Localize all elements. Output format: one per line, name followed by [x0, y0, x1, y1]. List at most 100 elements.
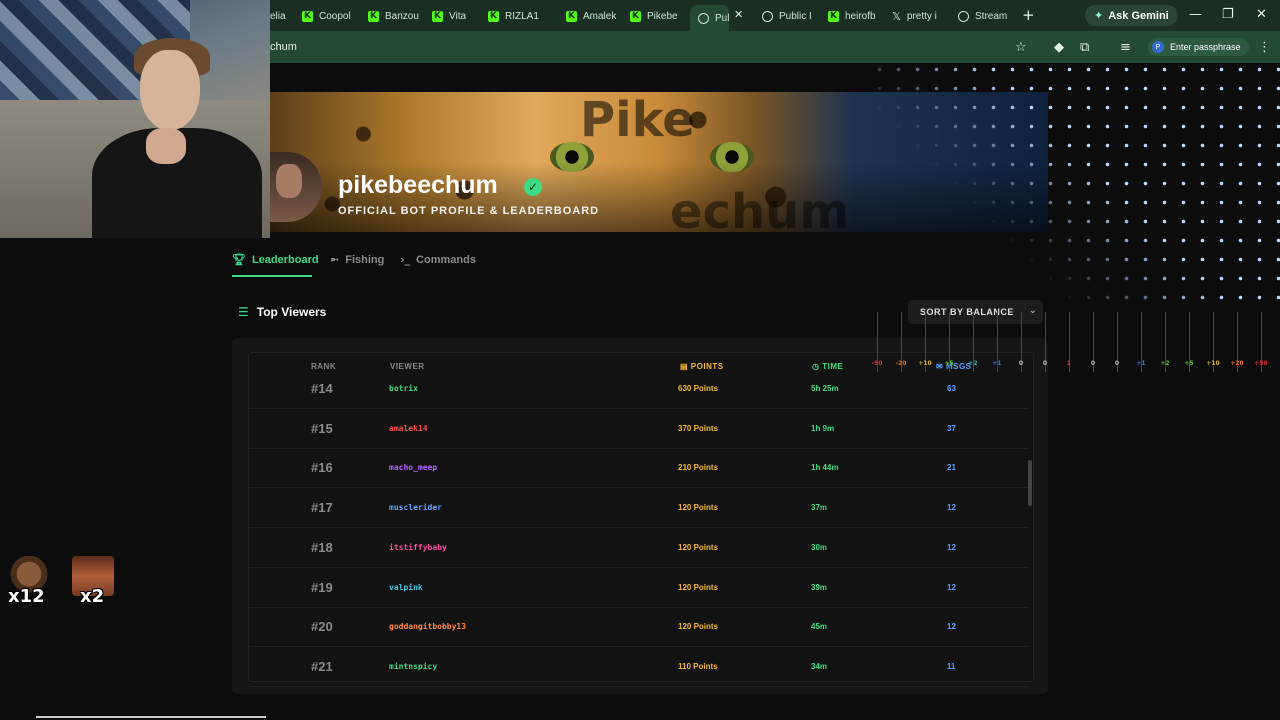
rank-cell: #21 [311, 658, 333, 674]
msgs-cell: 21 [947, 463, 956, 473]
meter-label: 0 [1018, 360, 1024, 367]
meter-label: +1 [992, 360, 1002, 367]
time-cell: 34m [811, 661, 828, 671]
points-cell: 120 Points [678, 503, 719, 513]
browser-tab[interactable]: 𝕏pretty i [892, 5, 937, 27]
time-cell: 39m [811, 582, 828, 592]
banner-watermark: Pike [580, 92, 695, 148]
table-scrollbar[interactable] [1028, 460, 1032, 506]
media-control-icon[interactable]: ≡ [1120, 40, 1131, 55]
meter-label: 0 [1114, 360, 1120, 367]
viewer-link[interactable]: musclerider [389, 503, 442, 512]
passphrase-button[interactable]: P Enter passphrase [1148, 38, 1249, 56]
profile-subtitle: OFFICIAL BOT PROFILE & LEADERBOARD [338, 205, 600, 217]
rank-cell: #19 [311, 579, 333, 595]
meter-label: +1 [1136, 360, 1146, 367]
viewer-link[interactable]: itstiffybaby [389, 543, 447, 552]
viewer-link[interactable]: valpink [389, 583, 423, 592]
browser-tab-label: Coopol [319, 10, 351, 22]
browser-tab-label: elia [270, 10, 286, 22]
rank-cell: #14 [311, 381, 333, 396]
msgs-cell: 11 [947, 661, 956, 671]
browser-tab-label: Banzou [385, 10, 419, 22]
browser-tab[interactable]: Kheirofb [828, 5, 876, 27]
browser-tab[interactable]: Stream [958, 5, 1007, 27]
rank-cell: #18 [311, 539, 333, 555]
globe-icon [698, 12, 709, 24]
viewer-link[interactable]: amalek14 [389, 424, 428, 433]
tab-leaderboard[interactable]: 🏆︎ Leaderboard [232, 253, 319, 266]
meter-label: +10 [1206, 360, 1220, 367]
dot-pattern-overlay [870, 60, 1280, 300]
maximize-icon[interactable]: ❐ [1222, 7, 1234, 22]
meter-label: +5 [944, 360, 954, 367]
new-tab-icon[interactable]: + [1022, 6, 1035, 24]
table-row: #21 mintnspicy 110 Points 34m 11 [248, 647, 1028, 687]
points-cell: 210 Points [678, 463, 719, 473]
trophy-icon: 🏆︎ [232, 253, 246, 266]
browser-tab[interactable]: elia [270, 5, 286, 27]
browser-tab[interactable]: Public I [762, 5, 812, 27]
tab-fishing[interactable]: ➼ Fishing [330, 253, 384, 266]
browser-tab[interactable]: Pul [690, 5, 730, 31]
points-cell: 110 Points [678, 661, 718, 671]
kick-icon: K [302, 10, 313, 22]
rank-cell: #17 [311, 500, 333, 516]
msgs-cell: 63 [947, 384, 956, 393]
meter-label: 0 [1042, 360, 1048, 367]
browser-tab[interactable]: K Amalek [566, 5, 616, 27]
kick-icon: K [630, 10, 641, 22]
viewer-link[interactable]: botrix [389, 384, 418, 393]
list-icon: ☰ [238, 305, 249, 319]
browser-tab[interactable]: K Coopol [302, 5, 351, 27]
time-cell: 30m [811, 542, 828, 552]
browser-tab[interactable]: K Banzou [368, 5, 419, 27]
x-logo-icon: 𝕏 [892, 9, 901, 23]
points-cell: 120 Points [678, 542, 719, 552]
extension-icon[interactable]: ◆ [1054, 40, 1064, 55]
meter-label: +20 [1230, 360, 1244, 367]
browser-tab-label: Pul [715, 12, 730, 24]
browser-tab[interactable]: K Vita [432, 5, 466, 27]
browser-tab[interactable]: K Pikebe [630, 5, 678, 27]
meter-label: -20 [895, 360, 907, 367]
browser-tab-label: heirofb [845, 10, 876, 22]
meter-label: -50 [871, 360, 883, 367]
time-cell: 1h 44m [811, 463, 839, 473]
browser-tab-label: Public I [779, 10, 812, 22]
msgs-cell: 12 [947, 622, 956, 632]
viewer-link[interactable]: macho_meep [389, 463, 437, 472]
kebab-menu-icon[interactable]: ⋮ [1258, 40, 1271, 55]
browser-tab-label: pretty i [906, 10, 937, 22]
audio-meter-overlay: -50 -20 +10 +5 +2 +1 0 0 1 0 0 +1 +2 +5 +10 +20 +50 [866, 308, 1280, 372]
msgs-cell: 12 [947, 582, 956, 592]
bookmark-star-icon[interactable]: ☆ [1015, 40, 1027, 55]
time-cell: 37m [811, 503, 828, 513]
table-row: #17 musclerider 120 Points 37m 12 [248, 488, 1028, 529]
msgs-cell: 12 [947, 503, 956, 513]
table-row: #14 botrix 630 Points 5h 25m 63 [248, 369, 1028, 409]
browser-tab-label: Pikebe [647, 10, 678, 22]
puzzle-icon[interactable]: ⧉ [1080, 40, 1089, 55]
browser-tab[interactable]: K RIZLA1 [488, 5, 539, 27]
table-row: #20 goddangitbobby13 120 Points 45m 12 [248, 607, 1028, 648]
sparkle-icon: ✦ [1094, 9, 1104, 22]
table-row: #19 valpink 120 Points 39m 12 [248, 568, 1028, 608]
viewer-link[interactable]: goddangitbobby13 [389, 622, 466, 631]
fish-icon: ➼ [330, 253, 340, 266]
minimize-icon[interactable]: — [1189, 7, 1202, 22]
profile-icon: P [1152, 41, 1164, 53]
browser-tab-label: Amalek [583, 10, 617, 22]
msgs-cell: 37 [947, 423, 956, 433]
tab-commands[interactable]: ›_ Commands [400, 253, 476, 266]
points-cell: 120 Points [678, 582, 719, 592]
window-close-icon[interactable]: ✕ [1256, 7, 1267, 22]
meter-label: +2 [968, 360, 978, 367]
meter-label: +10 [918, 360, 932, 367]
viewer-link[interactable]: mintnspicy [389, 662, 437, 671]
table-row: #15 amalek14 370 Points 1h 9m 37 [248, 409, 1028, 449]
emote-count: x2 [80, 586, 105, 607]
ask-gemini-button[interactable]: ✦ Ask Gemini [1085, 5, 1178, 26]
close-tab-icon[interactable]: ✕ [734, 8, 743, 21]
address-bar[interactable]: chum [270, 41, 297, 53]
